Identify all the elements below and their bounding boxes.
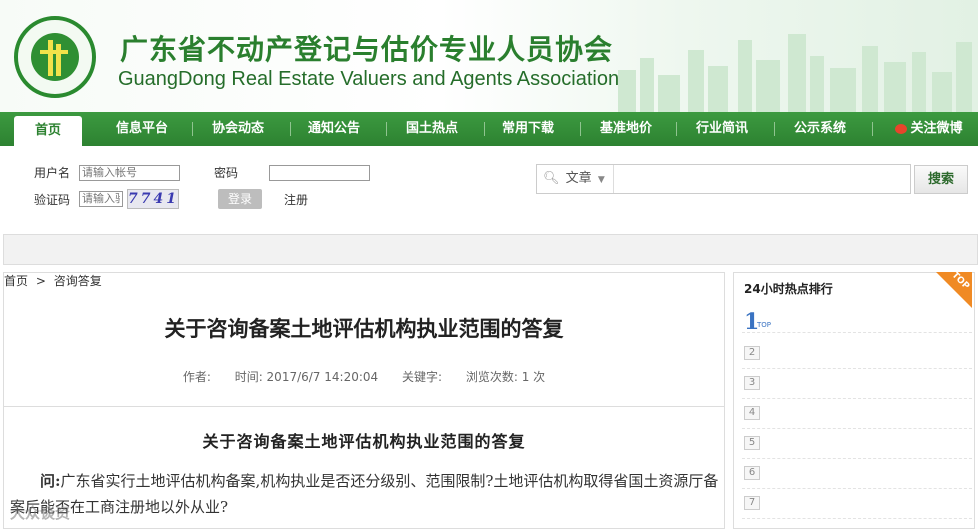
rank-number: 7 xyxy=(744,496,760,510)
rank-item[interactable]: 5 xyxy=(742,428,972,459)
hot-ranking-title: 24小时热点排行 xyxy=(744,282,833,296)
main-nav: 首页 信息平台 协会动态 通知公告 国土热点 常用下载 基准地价 行业简讯 公示… xyxy=(0,112,978,146)
breadcrumb-separator: > xyxy=(35,274,46,288)
search-input[interactable] xyxy=(615,167,909,191)
rank-number: 3 xyxy=(744,376,760,390)
nav-separator xyxy=(386,122,387,136)
article-title: 关于咨询备案土地评估机构执业范围的答复 xyxy=(164,316,564,341)
rank-item[interactable]: 6 xyxy=(742,458,972,489)
weibo-icon xyxy=(895,123,908,134)
nav-separator xyxy=(774,122,775,136)
username-input[interactable] xyxy=(79,165,180,181)
rank-item[interactable]: 3 xyxy=(742,368,972,399)
nav-separator xyxy=(290,122,291,136)
nav-item-base-land-price[interactable]: 基准地价 xyxy=(586,112,666,146)
nav-separator xyxy=(872,122,873,136)
breadcrumb-current[interactable]: 咨询答复 xyxy=(54,274,102,288)
article-meta: 作者: 时间: 2017/6/7 14:20:04 关键字: 浏览次数: 1 次 xyxy=(3,368,725,385)
rank-number: 2 xyxy=(744,346,760,360)
nav-separator xyxy=(580,122,581,136)
search-category-select[interactable]: 🔍︎ 文章 ▼ xyxy=(537,165,614,193)
article-views: 浏览次数: 1 次 xyxy=(465,370,546,384)
site-title-en: GuangDong Real Estate Valuers and Agents… xyxy=(118,68,620,90)
nav-separator xyxy=(484,122,485,136)
rank-item[interactable]: 2 xyxy=(742,338,972,369)
watermark: 大众谈资 xyxy=(10,504,71,522)
article-keyword: 关键字: xyxy=(401,370,443,384)
nav-item-land-hot[interactable]: 国土热点 xyxy=(392,112,472,146)
breadcrumb-home[interactable]: 首页 xyxy=(4,274,28,288)
captcha-image[interactable]: 7741 xyxy=(127,189,179,209)
breadcrumb: 首页 > 咨询答复 xyxy=(4,272,102,289)
nav-item-public-system[interactable]: 公示系统 xyxy=(780,112,860,146)
nav-item-info-platform[interactable]: 信息平台 xyxy=(102,112,182,146)
rank-number: 4 xyxy=(744,406,760,420)
question-text: 广东省实行土地评估机构备案,机构执业是否还分级别、范围限制?土地评估机构取得省国… xyxy=(10,472,719,516)
rank-number: 5 xyxy=(744,436,760,450)
username-label: 用户名 xyxy=(34,166,71,180)
skyline-decoration xyxy=(618,34,972,112)
article-subtitle: 关于咨询备案土地评估机构执业范围的答复 xyxy=(202,432,526,451)
login-button[interactable]: 登录 xyxy=(218,189,262,209)
search-box: 🔍︎ 文章 ▼ xyxy=(536,164,911,194)
association-logo[interactable] xyxy=(14,16,96,98)
register-link[interactable]: 注册 xyxy=(284,191,308,208)
rank-first-top-label: TOP xyxy=(757,321,772,329)
nav-item-home[interactable]: 首页 xyxy=(14,116,82,146)
nav-item-association-news[interactable]: 协会动态 xyxy=(198,112,278,146)
search-category-label: 文章 xyxy=(565,171,592,186)
captcha-label: 验证码 xyxy=(34,193,71,207)
article-author: 作者: xyxy=(182,370,211,384)
article-question: 问:广东省实行土地评估机构备案,机构执业是否还分级别、范围限制?土地评估机构取得… xyxy=(10,468,722,520)
password-label: 密码 xyxy=(214,166,239,180)
nav-item-notices[interactable]: 通知公告 xyxy=(294,112,374,146)
rank-number: 6 xyxy=(744,466,760,480)
nav-item-follow-weibo[interactable]: 关注微博 xyxy=(884,112,974,146)
rank-item[interactable] xyxy=(742,302,972,333)
site-title-cn: 广东省不动产登记与估价专业人员协会 xyxy=(120,33,614,66)
search-icon: 🔍︎ xyxy=(543,171,560,186)
captcha-input[interactable] xyxy=(79,191,123,207)
article-divider xyxy=(3,406,725,407)
search-button[interactable]: 搜索 xyxy=(914,165,968,194)
nav-item-downloads[interactable]: 常用下载 xyxy=(488,112,568,146)
nav-item-follow-weibo-label: 关注微博 xyxy=(910,121,963,136)
article-time: 时间: 2017/6/7 14:20:04 xyxy=(234,370,379,384)
chevron-down-icon: ▼ xyxy=(597,175,605,185)
question-label: 问: xyxy=(40,472,61,490)
announcement-bar xyxy=(3,234,978,265)
nav-item-industry-briefs[interactable]: 行业简讯 xyxy=(682,112,762,146)
password-input[interactable] xyxy=(269,165,370,181)
rank-item[interactable]: 7 xyxy=(742,488,972,519)
nav-separator xyxy=(676,122,677,136)
rank-item[interactable]: 4 xyxy=(742,398,972,429)
nav-separator xyxy=(192,122,193,136)
site-header: 广东省不动产登记与估价专业人员协会 GuangDong Real Estate … xyxy=(0,0,978,112)
